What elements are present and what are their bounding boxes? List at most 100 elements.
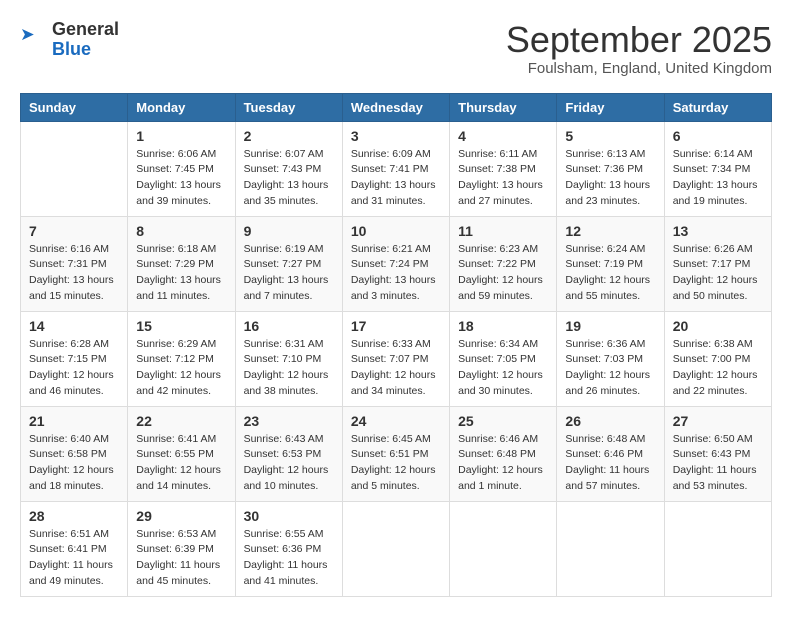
- day-info: Sunrise: 6:50 AMSunset: 6:43 PMDaylight:…: [673, 432, 763, 495]
- day-number: 3: [351, 128, 441, 144]
- calendar-day-cell: 14Sunrise: 6:28 AMSunset: 7:15 PMDayligh…: [21, 311, 128, 406]
- day-info: Sunrise: 6:48 AMSunset: 6:46 PMDaylight:…: [565, 432, 655, 495]
- calendar-day-cell: 8 Sunrise: 6:18 AMSunset: 7:29 PMDaylight…: [128, 216, 235, 311]
- logo-icon: ➤: [20, 26, 48, 54]
- day-info: Sunrise: 6:46 AMSunset: 6:48 PMDaylight:…: [458, 432, 548, 495]
- day-info: Sunrise: 6:07 AMSunset: 7:43 PMDaylight:…: [244, 147, 334, 210]
- calendar-day-cell: [450, 501, 557, 596]
- day-info: Sunrise: 6:29 AMSunset: 7:12 PMDaylight:…: [136, 337, 226, 400]
- title-block: September 2025 Foulsham, England, United…: [506, 20, 772, 77]
- day-number: 22: [136, 413, 226, 429]
- calendar-day-cell: 29 Sunrise: 6:53 AMSunset: 6:39 PMDayligh…: [128, 501, 235, 596]
- day-number: 12: [565, 223, 655, 239]
- day-info: Sunrise: 6:21 AMSunset: 7:24 PMDaylight:…: [351, 242, 441, 305]
- calendar-day-cell: [342, 501, 449, 596]
- logo-text: General Blue: [52, 20, 119, 60]
- calendar-day-cell: 23 Sunrise: 6:43 AMSunset: 6:53 PMDayligh…: [235, 406, 342, 501]
- calendar-day-cell: 18Sunrise: 6:34 AMSunset: 7:05 PMDayligh…: [450, 311, 557, 406]
- calendar-week-row: 1 Sunrise: 6:06 AMSunset: 7:45 PMDaylight…: [21, 121, 772, 216]
- day-info: Sunrise: 6:36 AMSunset: 7:03 PMDaylight:…: [565, 337, 655, 400]
- day-number: 11: [458, 223, 548, 239]
- day-number: 8: [136, 223, 226, 239]
- day-info: Sunrise: 6:18 AMSunset: 7:29 PMDaylight:…: [136, 242, 226, 305]
- day-number: 27: [673, 413, 763, 429]
- location: Foulsham, England, United Kingdom: [506, 60, 772, 77]
- calendar-week-row: 28 Sunrise: 6:51 AMSunset: 6:41 PMDayligh…: [21, 501, 772, 596]
- day-info: Sunrise: 6:13 AMSunset: 7:36 PMDaylight:…: [565, 147, 655, 210]
- calendar-day-cell: 22Sunrise: 6:41 AMSunset: 6:55 PMDayligh…: [128, 406, 235, 501]
- day-info: Sunrise: 6:51 AMSunset: 6:41 PMDaylight:…: [29, 527, 119, 590]
- day-number: 21: [29, 413, 119, 429]
- calendar-day-cell: 10 Sunrise: 6:21 AMSunset: 7:24 PMDayligh…: [342, 216, 449, 311]
- calendar-day-cell: 6Sunrise: 6:14 AMSunset: 7:34 PMDaylight…: [664, 121, 771, 216]
- day-info: Sunrise: 6:19 AMSunset: 7:27 PMDaylight:…: [244, 242, 334, 305]
- day-number: 10: [351, 223, 441, 239]
- calendar-day-cell: 25 Sunrise: 6:46 AMSunset: 6:48 PMDayligh…: [450, 406, 557, 501]
- calendar-day-cell: 5 Sunrise: 6:13 AMSunset: 7:36 PMDaylight…: [557, 121, 664, 216]
- day-number: 24: [351, 413, 441, 429]
- calendar-day-cell: 4Sunrise: 6:11 AMSunset: 7:38 PMDaylight…: [450, 121, 557, 216]
- day-number: 18: [458, 318, 548, 334]
- day-number: 28: [29, 508, 119, 524]
- day-info: Sunrise: 6:40 AMSunset: 6:58 PMDaylight:…: [29, 432, 119, 495]
- logo-blue: Blue: [52, 40, 119, 60]
- calendar-day-cell: 27 Sunrise: 6:50 AMSunset: 6:43 PMDayligh…: [664, 406, 771, 501]
- calendar-day-cell: 7 Sunrise: 6:16 AMSunset: 7:31 PMDaylight…: [21, 216, 128, 311]
- day-info: Sunrise: 6:31 AMSunset: 7:10 PMDaylight:…: [244, 337, 334, 400]
- calendar-week-row: 7 Sunrise: 6:16 AMSunset: 7:31 PMDaylight…: [21, 216, 772, 311]
- day-number: 17: [351, 318, 441, 334]
- calendar-day-cell: 11Sunrise: 6:23 AMSunset: 7:22 PMDayligh…: [450, 216, 557, 311]
- day-info: Sunrise: 6:33 AMSunset: 7:07 PMDaylight:…: [351, 337, 441, 400]
- day-number: 19: [565, 318, 655, 334]
- day-info: Sunrise: 6:06 AMSunset: 7:45 PMDaylight:…: [136, 147, 226, 210]
- day-info: Sunrise: 6:26 AMSunset: 7:17 PMDaylight:…: [673, 242, 763, 305]
- calendar-day-cell: 17 Sunrise: 6:33 AMSunset: 7:07 PMDayligh…: [342, 311, 449, 406]
- day-info: Sunrise: 6:16 AMSunset: 7:31 PMDaylight:…: [29, 242, 119, 305]
- svg-text:➤: ➤: [20, 26, 35, 44]
- calendar-day-cell: 21 Sunrise: 6:40 AMSunset: 6:58 PMDayligh…: [21, 406, 128, 501]
- calendar-day-cell: 16 Sunrise: 6:31 AMSunset: 7:10 PMDayligh…: [235, 311, 342, 406]
- calendar-day-cell: [557, 501, 664, 596]
- day-number: 26: [565, 413, 655, 429]
- calendar-week-row: 21 Sunrise: 6:40 AMSunset: 6:58 PMDayligh…: [21, 406, 772, 501]
- month-title: September 2025: [506, 20, 772, 60]
- day-info: Sunrise: 6:09 AMSunset: 7:41 PMDaylight:…: [351, 147, 441, 210]
- day-info: Sunrise: 6:43 AMSunset: 6:53 PMDaylight:…: [244, 432, 334, 495]
- day-number: 7: [29, 223, 119, 239]
- day-number: 20: [673, 318, 763, 334]
- day-number: 4: [458, 128, 548, 144]
- calendar-day-cell: 1 Sunrise: 6:06 AMSunset: 7:45 PMDaylight…: [128, 121, 235, 216]
- calendar-day-cell: 19 Sunrise: 6:36 AMSunset: 7:03 PMDayligh…: [557, 311, 664, 406]
- calendar-day-cell: 30 Sunrise: 6:55 AMSunset: 6:36 PMDayligh…: [235, 501, 342, 596]
- day-number: 16: [244, 318, 334, 334]
- day-number: 15: [136, 318, 226, 334]
- calendar-header-row: SundayMondayTuesdayWednesdayThursdayFrid…: [21, 93, 772, 121]
- day-info: Sunrise: 6:28 AMSunset: 7:15 PMDaylight:…: [29, 337, 119, 400]
- day-number: 23: [244, 413, 334, 429]
- day-number: 29: [136, 508, 226, 524]
- calendar-day-header: Thursday: [450, 93, 557, 121]
- day-number: 1: [136, 128, 226, 144]
- day-number: 5: [565, 128, 655, 144]
- day-number: 6: [673, 128, 763, 144]
- calendar-day-header: Monday: [128, 93, 235, 121]
- calendar-day-cell: 24Sunrise: 6:45 AMSunset: 6:51 PMDayligh…: [342, 406, 449, 501]
- calendar-day-cell: 13Sunrise: 6:26 AMSunset: 7:17 PMDayligh…: [664, 216, 771, 311]
- calendar-day-cell: 3 Sunrise: 6:09 AMSunset: 7:41 PMDaylight…: [342, 121, 449, 216]
- calendar-day-cell: [21, 121, 128, 216]
- day-number: 2: [244, 128, 334, 144]
- calendar-day-cell: 20Sunrise: 6:38 AMSunset: 7:00 PMDayligh…: [664, 311, 771, 406]
- calendar-day-cell: 15 Sunrise: 6:29 AMSunset: 7:12 PMDayligh…: [128, 311, 235, 406]
- calendar-day-cell: 12 Sunrise: 6:24 AMSunset: 7:19 PMDayligh…: [557, 216, 664, 311]
- calendar-week-row: 14Sunrise: 6:28 AMSunset: 7:15 PMDayligh…: [21, 311, 772, 406]
- calendar-day-cell: 26 Sunrise: 6:48 AMSunset: 6:46 PMDayligh…: [557, 406, 664, 501]
- day-number: 25: [458, 413, 548, 429]
- day-info: Sunrise: 6:55 AMSunset: 6:36 PMDaylight:…: [244, 527, 334, 590]
- day-info: Sunrise: 6:24 AMSunset: 7:19 PMDaylight:…: [565, 242, 655, 305]
- calendar-day-cell: 28 Sunrise: 6:51 AMSunset: 6:41 PMDayligh…: [21, 501, 128, 596]
- calendar-day-header: Tuesday: [235, 93, 342, 121]
- logo-general: General: [52, 20, 119, 40]
- calendar-day-cell: 9Sunrise: 6:19 AMSunset: 7:27 PMDaylight…: [235, 216, 342, 311]
- day-info: Sunrise: 6:53 AMSunset: 6:39 PMDaylight:…: [136, 527, 226, 590]
- day-number: 30: [244, 508, 334, 524]
